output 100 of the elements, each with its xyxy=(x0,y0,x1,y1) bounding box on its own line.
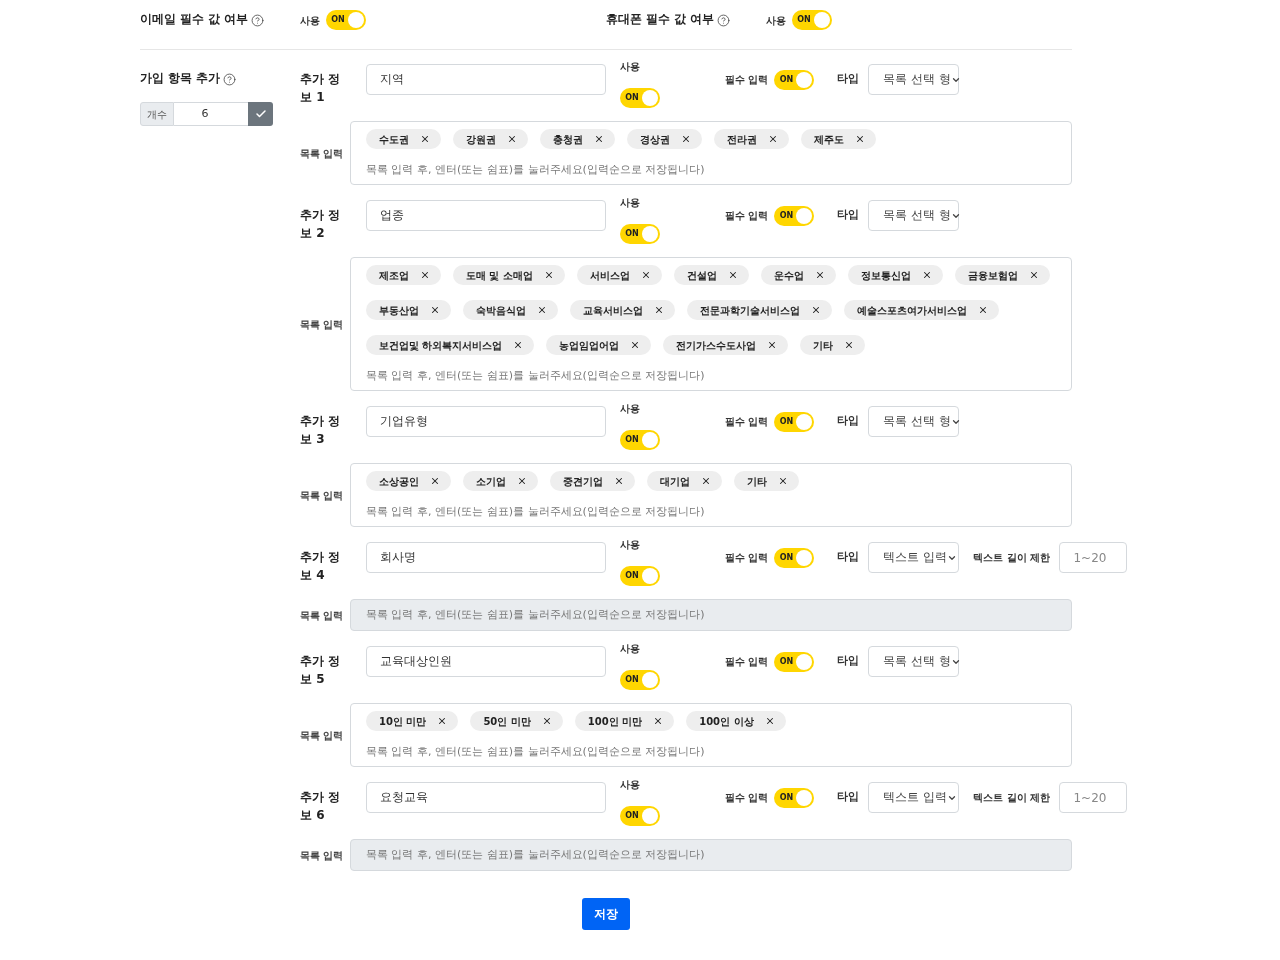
close-icon[interactable] xyxy=(541,716,552,726)
tag-input-box[interactable]: 수도권 강원권 충청권 경상권 전라권 제주도 목록 입력 후, 엔터(또는 쉼표)를 눌러주세요(입력순으로 저장됩니다) xyxy=(350,121,1072,185)
type-select[interactable]: 텍스트 입력 xyxy=(868,782,960,813)
help-icon[interactable] xyxy=(223,72,236,86)
toggle-switch[interactable]: ON xyxy=(774,205,815,226)
close-icon[interactable] xyxy=(681,134,691,144)
tag-input-box[interactable]: 제조업 도매 및 소매업 서비스업 건설업 운수업 정보통신업 금융보험업 부동산업 숙박음식업 교육서비스업 전문과학기술서비스업 예술스포츠여가서비스업 보건업및 하외복지서비스업 농업임업어업 전기가스수도사업 기타 목록 입력 후, 엔터(또는 쉼표)를 눌러주세요(입력순으로 저장됩니다) xyxy=(350,257,1072,391)
close-icon[interactable] xyxy=(978,305,988,315)
count-addon: 개수 xyxy=(140,102,174,126)
close-icon[interactable] xyxy=(507,134,517,144)
close-icon[interactable] xyxy=(654,305,664,315)
knob-icon xyxy=(796,71,813,88)
close-icon[interactable] xyxy=(543,270,554,280)
setting-label: 휴대폰 필수 값 여부 xyxy=(606,11,714,29)
tag-label: 경상권 xyxy=(640,132,670,147)
text-field[interactable]: 요청교육 xyxy=(366,782,606,813)
list-label: 목록 입력 xyxy=(300,848,345,863)
close-icon[interactable] xyxy=(701,476,711,486)
text-field[interactable]: 지역 xyxy=(366,64,606,95)
tag-input-box[interactable]: 소상공인 소기업 중견기업 대기업 기타 목록 입력 후, 엔터(또는 쉼표)를 눌러주세요(입력순으로 저장됩니다) xyxy=(350,463,1072,527)
help-icon[interactable] xyxy=(251,13,264,27)
close-icon[interactable] xyxy=(537,305,547,315)
tag-label: 대기업 xyxy=(660,474,690,489)
toggle-switch[interactable]: ON xyxy=(620,430,660,450)
close-icon[interactable] xyxy=(814,270,825,280)
toggle-switch[interactable]: ON xyxy=(774,411,815,432)
tag-input-field[interactable]: 목록 입력 후, 엔터(또는 쉼표)를 눌러주세요(입력순으로 저장됩니다) xyxy=(366,742,1056,762)
toggle-switch[interactable]: ON xyxy=(792,10,832,30)
close-icon[interactable] xyxy=(1028,270,1039,280)
type-select[interactable]: 목록 선택 형 xyxy=(868,200,960,231)
text-field[interactable]: 교육대상인원 xyxy=(366,646,606,677)
knob-icon xyxy=(814,12,830,28)
toggle-switch[interactable]: ON xyxy=(774,69,815,90)
close-icon[interactable] xyxy=(653,716,664,726)
toggle-switch[interactable]: ON xyxy=(620,88,660,108)
toggle-switch[interactable]: ON xyxy=(774,651,815,672)
use-label: 사용 xyxy=(300,13,320,28)
close-icon[interactable] xyxy=(778,476,788,486)
list-label: 목록 입력 xyxy=(300,488,345,503)
confirm-button[interactable] xyxy=(248,102,273,126)
close-icon[interactable] xyxy=(767,340,778,350)
close-icon[interactable] xyxy=(640,270,651,280)
toggle-switch[interactable]: ON xyxy=(326,10,366,30)
text-field[interactable]: 회사명 xyxy=(366,542,606,573)
close-icon[interactable] xyxy=(420,270,430,280)
tag-label: 전문과학기술서비스업 xyxy=(700,303,800,318)
close-icon[interactable] xyxy=(811,305,821,315)
tag-label: 전라권 xyxy=(727,132,757,147)
text-field[interactable]: 기업유형 xyxy=(366,406,606,437)
close-icon[interactable] xyxy=(430,305,440,315)
required-label: 필수 입력 xyxy=(725,209,769,223)
type-select[interactable]: 목록 선택 형 xyxy=(868,64,960,95)
close-icon[interactable] xyxy=(437,716,448,726)
tag-label: 100인 이상 xyxy=(699,714,754,729)
close-icon[interactable] xyxy=(614,476,624,486)
toggle-switch[interactable]: ON xyxy=(774,547,815,568)
tag-label: 100인 미만 xyxy=(587,714,643,729)
tag-label: 중견기업 xyxy=(563,474,603,489)
type-select[interactable]: 목록 선택 형 xyxy=(868,646,960,677)
close-icon[interactable] xyxy=(844,340,855,350)
toggle-switch[interactable]: ON xyxy=(620,224,660,244)
close-icon[interactable] xyxy=(594,134,604,144)
text-field[interactable]: 업종 xyxy=(366,200,606,231)
tag-input-field[interactable]: 목록 입력 후, 엔터(또는 쉼표)를 눌러주세요(입력순으로 저장됩니다) xyxy=(366,502,1056,522)
close-icon[interactable] xyxy=(630,340,641,350)
close-icon[interactable] xyxy=(764,716,775,726)
knob-icon xyxy=(796,549,813,566)
help-icon[interactable] xyxy=(717,13,730,27)
knob-icon xyxy=(642,808,658,824)
close-icon[interactable] xyxy=(921,270,932,280)
tag-input-field[interactable]: 목록 입력 후, 엔터(또는 쉼표)를 눌러주세요(입력순으로 저장됩니다) xyxy=(366,366,1056,386)
length-input-field[interactable]: 1~20 xyxy=(1059,782,1128,813)
field-label: 추가 정보 1 xyxy=(300,71,342,106)
close-icon[interactable] xyxy=(855,134,865,144)
close-icon[interactable] xyxy=(420,134,430,144)
knob-icon xyxy=(348,12,364,28)
length-input-field[interactable]: 1~20 xyxy=(1059,542,1128,573)
save-button[interactable]: 저장 xyxy=(582,898,630,930)
tag-input-field[interactable]: 목록 입력 후, 엔터(또는 쉼표)를 눌러주세요(입력순으로 저장됩니다) xyxy=(366,160,1056,180)
required-label: 필수 입력 xyxy=(725,791,769,805)
close-icon[interactable] xyxy=(513,340,524,350)
close-icon[interactable] xyxy=(727,270,738,280)
close-icon[interactable] xyxy=(768,134,778,144)
count-input-field[interactable]: 6 xyxy=(174,102,248,126)
setting-label: 이메일 필수 값 여부 xyxy=(140,11,248,29)
toggle-switch[interactable]: ON xyxy=(620,806,660,826)
required-label: 필수 입력 xyxy=(725,415,769,429)
field-label: 추가 정보 6 xyxy=(300,789,342,824)
check-icon xyxy=(254,108,267,120)
tag-label: 충청권 xyxy=(553,132,583,147)
knob-icon xyxy=(796,653,813,670)
close-icon[interactable] xyxy=(517,476,527,486)
close-icon[interactable] xyxy=(430,476,440,486)
toggle-switch[interactable]: ON xyxy=(774,787,815,808)
toggle-switch[interactable]: ON xyxy=(620,670,660,690)
type-select[interactable]: 목록 선택 형 xyxy=(868,406,960,437)
tag-label: 제조업 xyxy=(379,268,409,283)
toggle-switch[interactable]: ON xyxy=(620,566,660,586)
type-select[interactable]: 텍스트 입력 xyxy=(868,542,960,573)
tag-input-box[interactable]: 10인 미만 50인 미만 100인 미만 100인 이상 목록 입력 후, 엔터(또는 쉼표)를 눌러주세요(입력순으로 저장됩니다) xyxy=(350,703,1072,767)
